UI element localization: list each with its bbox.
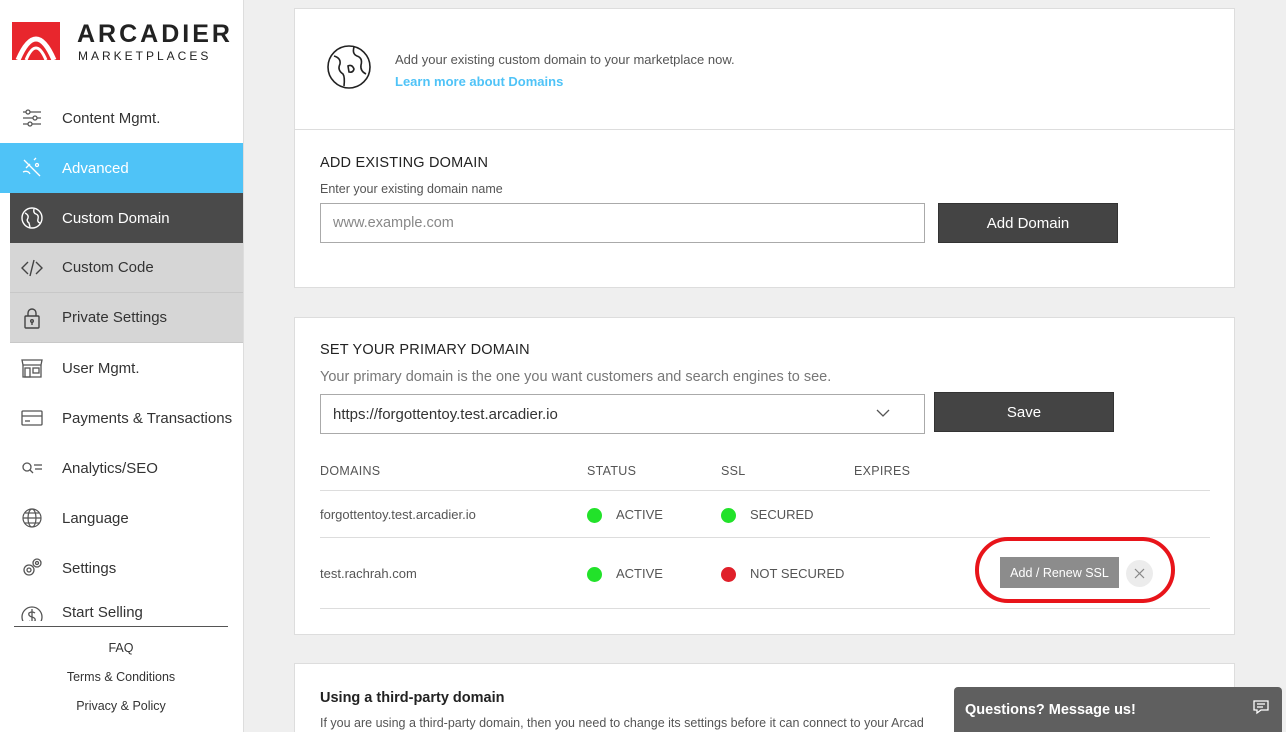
domain-name-input[interactable] xyxy=(320,203,925,243)
primary-domain-select[interactable]: https://forgottentoy.test.arcadier.io xyxy=(320,394,925,434)
add-domain-button[interactable]: Add Domain xyxy=(938,203,1118,243)
primary-domain-selected: https://forgottentoy.test.arcadier.io xyxy=(333,405,558,423)
sidebar-item-analytics-seo[interactable]: Analytics/SEO xyxy=(0,443,243,493)
status-dot xyxy=(587,508,602,523)
learn-more-domains-link[interactable]: Learn more about Domains xyxy=(395,74,563,89)
ssl-cell: NOT SECURED xyxy=(750,566,845,581)
status-cell: ACTIVE xyxy=(616,507,663,522)
sidebar-item-label: Settings xyxy=(62,559,117,577)
domain-intro-text: Add your existing custom domain to your … xyxy=(395,52,735,67)
primary-domain-title: SET YOUR PRIMARY DOMAIN xyxy=(320,342,530,358)
sidebar-item-label: Advanced xyxy=(62,159,129,177)
domain-cell: forgottentoy.test.arcadier.io xyxy=(320,507,476,522)
terms-link[interactable]: Terms & Conditions xyxy=(14,663,228,692)
ssl-dot xyxy=(721,508,736,523)
ssl-cell: SECURED xyxy=(750,507,814,522)
arcadier-logo[interactable]: ARCADIER MARKETPLACES xyxy=(12,18,232,68)
sidebar-item-settings[interactable]: Settings xyxy=(0,543,243,593)
domain-intro: Add your existing custom domain to your … xyxy=(295,9,1234,130)
sidebar-item-start-selling[interactable]: Start Selling xyxy=(0,593,243,621)
save-button[interactable]: Save xyxy=(934,392,1114,432)
chat-bubble-icon xyxy=(1253,700,1269,715)
column-header-status: STATUS xyxy=(587,464,637,478)
primary-domain-description: Your primary domain is the one you want … xyxy=(320,369,832,385)
sidebar-item-label: User Mgmt. xyxy=(62,359,140,377)
table-divider xyxy=(320,608,1210,609)
brand-title: ARCADIER xyxy=(77,20,233,48)
sidebar-item-private-settings[interactable]: Private Settings xyxy=(10,293,243,343)
globe-icon xyxy=(327,45,371,89)
chevron-down-icon xyxy=(876,409,890,417)
domain-cell: test.rachrah.com xyxy=(320,566,417,581)
status-cell: ACTIVE xyxy=(616,566,663,581)
lock-icon xyxy=(24,307,40,329)
arcadier-logo-mark xyxy=(12,22,60,60)
sidebar-nav: Content Mgmt. Advanced Custom Domain Cus… xyxy=(0,93,243,621)
sidebar-item-custom-domain[interactable]: Custom Domain xyxy=(10,193,243,243)
sidebar-item-advanced[interactable]: Advanced xyxy=(0,143,243,193)
privacy-link[interactable]: Privacy & Policy xyxy=(14,692,228,721)
globe-icon xyxy=(21,207,43,229)
sidebar-footer: FAQ Terms & Conditions Privacy & Policy xyxy=(14,626,228,721)
sidebar-item-label: Custom Code xyxy=(62,259,154,276)
chat-label: Questions? Message us! xyxy=(965,701,1136,718)
sidebar-item-label: Analytics/SEO xyxy=(62,459,158,477)
add-domain-label: Enter your existing domain name xyxy=(320,182,503,196)
gears-icon xyxy=(23,558,42,576)
third-party-title: Using a third-party domain xyxy=(320,690,505,706)
add-domain-title: ADD EXISTING DOMAIN xyxy=(320,155,489,171)
add-domain-card: Add your existing custom domain to your … xyxy=(294,8,1235,288)
dollar-icon xyxy=(21,606,43,621)
language-icon xyxy=(22,508,42,528)
search-list-icon xyxy=(22,462,42,474)
faq-link[interactable]: FAQ xyxy=(14,634,228,663)
store-icon xyxy=(21,359,43,378)
sidebar-item-language[interactable]: Language xyxy=(0,493,243,543)
sidebar-item-label: Custom Domain xyxy=(62,209,170,227)
status-dot xyxy=(587,567,602,582)
chat-widget[interactable]: Questions? Message us! xyxy=(954,687,1282,732)
sidebar-item-label: Private Settings xyxy=(62,309,168,326)
ssl-dot xyxy=(721,567,736,582)
sidebar-item-label: Language xyxy=(62,509,129,527)
column-header-expires: EXPIRES xyxy=(854,464,911,478)
wand-icon xyxy=(22,157,41,177)
primary-domain-card: SET YOUR PRIMARY DOMAIN Your primary dom… xyxy=(294,317,1235,635)
column-header-domains: DOMAINS xyxy=(320,464,381,478)
sidebar-item-user-mgmt[interactable]: User Mgmt. xyxy=(0,343,243,393)
sliders-icon xyxy=(23,109,41,127)
sidebar-item-content-mgmt[interactable]: Content Mgmt. xyxy=(0,93,243,143)
card-icon xyxy=(21,410,43,426)
sidebar: ARCADIER MARKETPLACES Content Mgmt. Adva… xyxy=(0,0,244,732)
brand-subtitle: MARKETPLACES xyxy=(78,49,212,63)
sidebar-item-label: Start Selling xyxy=(62,604,143,621)
sidebar-item-label: Content Mgmt. xyxy=(62,109,161,127)
sidebar-item-label: Payments & Transactions xyxy=(62,409,233,427)
column-header-ssl: SSL xyxy=(721,464,746,478)
sidebar-item-payments[interactable]: Payments & Transactions xyxy=(0,393,243,443)
code-icon xyxy=(21,259,43,276)
sidebar-item-custom-code[interactable]: Custom Code xyxy=(10,243,243,293)
highlight-annotation xyxy=(975,537,1175,603)
table-divider xyxy=(320,490,1210,491)
